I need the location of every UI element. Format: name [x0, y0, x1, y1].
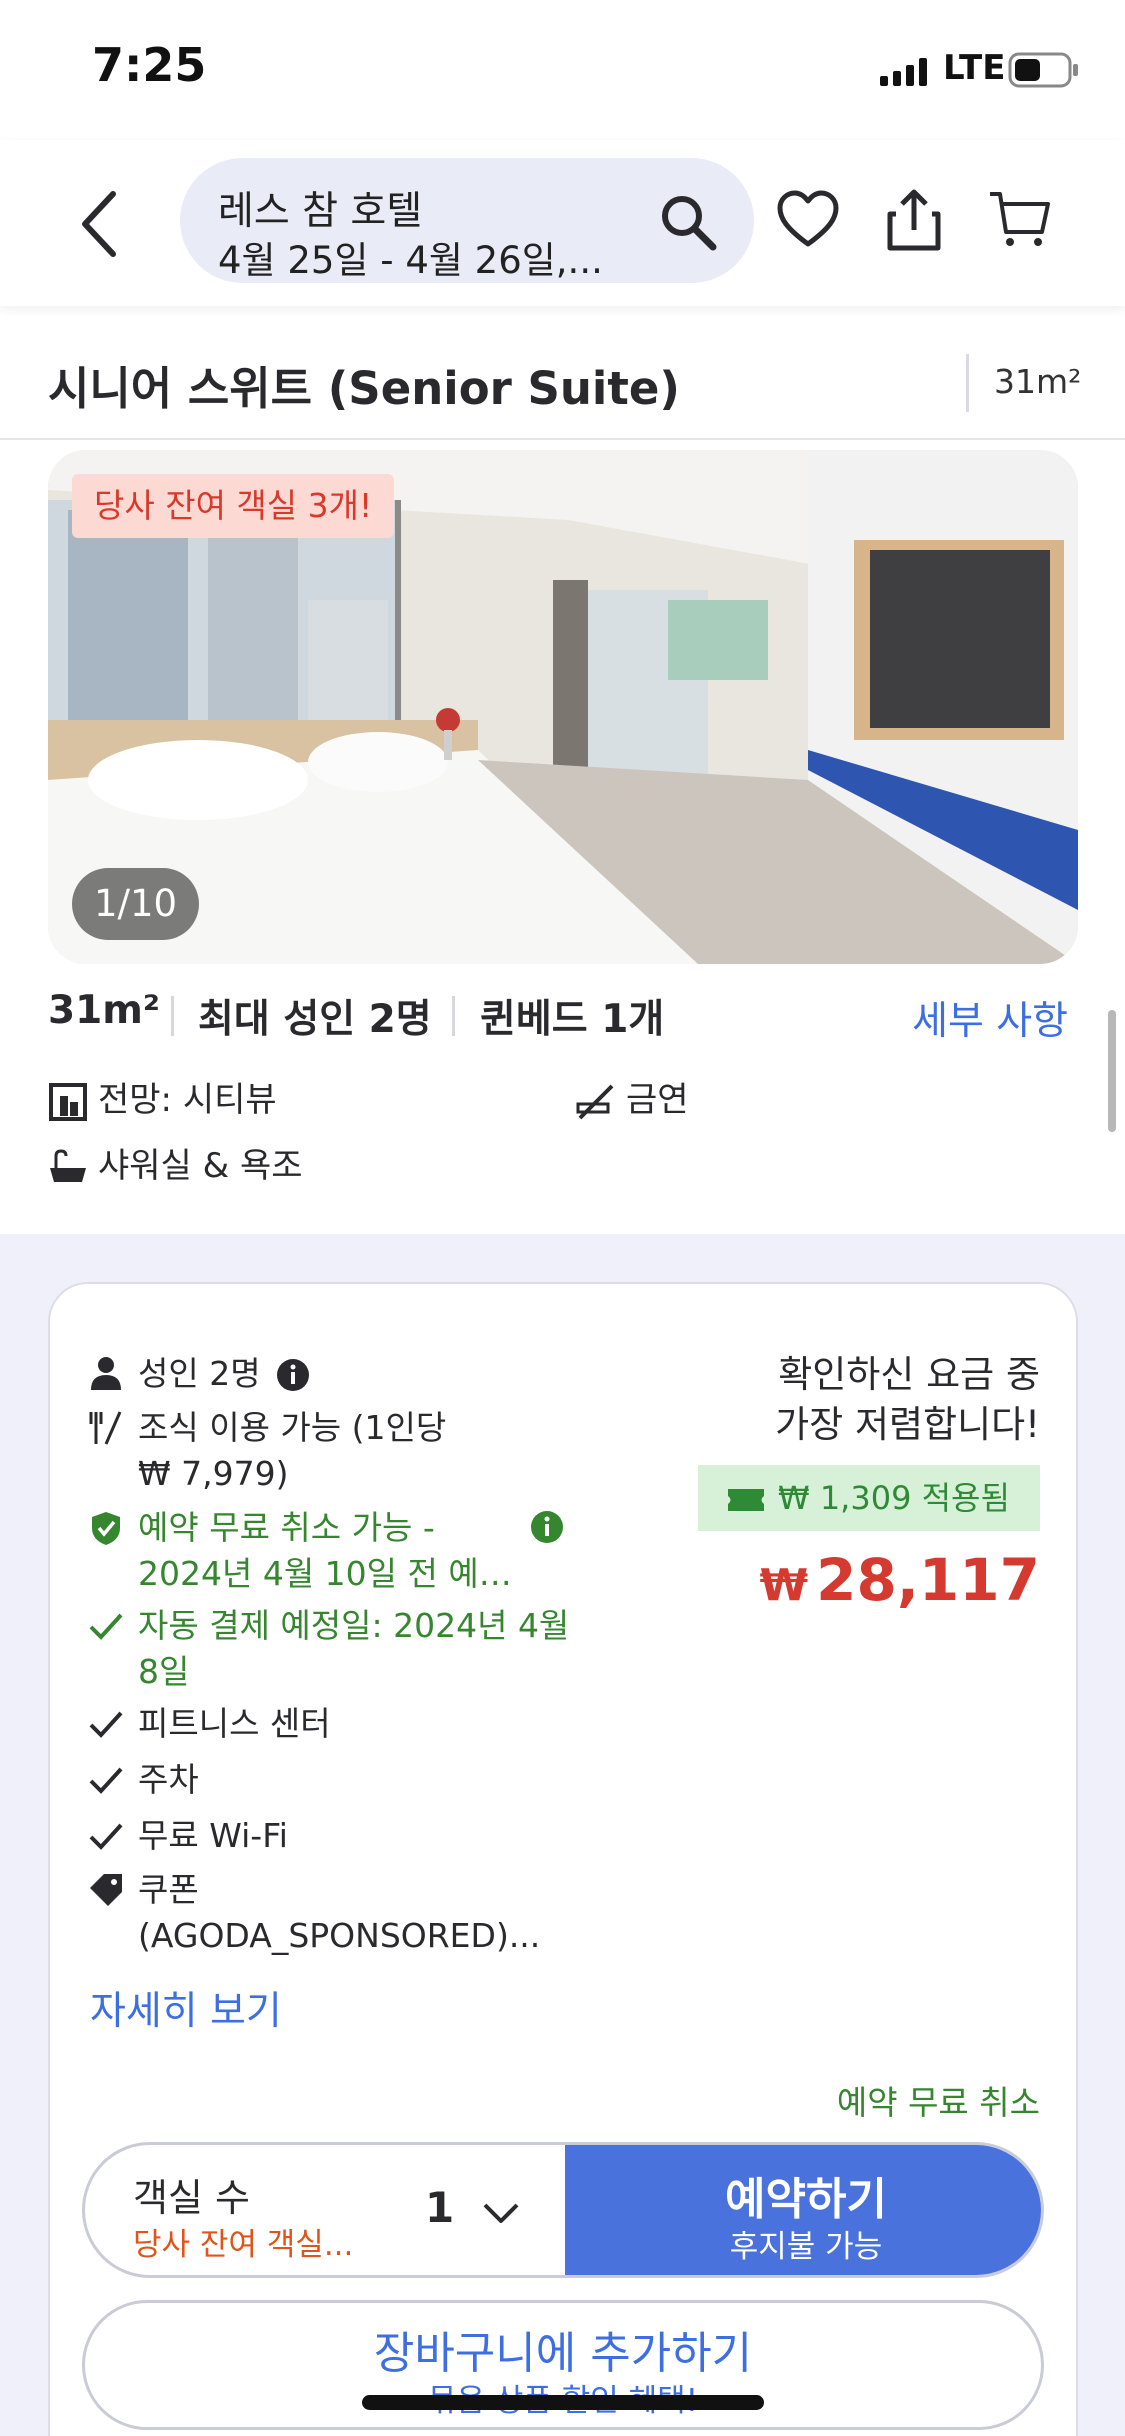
ticket-icon: [728, 1489, 764, 1511]
breakfast-line2: ₩ 7,979): [138, 1454, 289, 1493]
chevron-down-icon[interactable]: [481, 2197, 521, 2227]
wifi-text: 무료 Wi-Fi: [138, 1816, 288, 1855]
room-specs: 31m² 최대 성인 2명 퀸베드 1개 세부 사항: [48, 988, 1078, 1048]
free-cancel-label: 예약 무료 취소: [836, 2083, 1040, 2122]
top-header: 레스 참 호텔 4월 25일 - 4월 26일,...: [0, 140, 1125, 306]
parking-text: 주차: [138, 1760, 199, 1799]
breakfast-line1: 조식 이용 가능 (1인당: [138, 1408, 447, 1447]
cheapest-line2: 가장 저렴합니다!: [775, 1403, 1040, 1446]
spec-area: 31m²: [48, 988, 160, 1033]
spec-bed: 퀸베드 1개: [480, 997, 665, 1042]
back-chevron-icon[interactable]: [75, 188, 125, 260]
network-label: LTE: [943, 48, 1006, 88]
price-value: 28,117: [816, 1546, 1040, 1614]
cancel-line1: 예약 무료 취소 가능 -: [138, 1508, 435, 1547]
booking-bar: 객실 수 당사 잔여 객실... 1 예약하기 후지불 가능: [82, 2142, 1044, 2278]
heart-icon[interactable]: [776, 188, 840, 252]
cancel-line2: 2024년 4월 10일 전 예…: [138, 1554, 512, 1593]
spec-divider: [171, 996, 174, 1036]
share-icon[interactable]: [882, 188, 946, 252]
rooms-label: 객실 수: [133, 2176, 250, 2220]
check-icon: [89, 1613, 123, 1640]
cart-icon[interactable]: [988, 188, 1052, 252]
book-button[interactable]: 예약하기 후지불 가능: [565, 2145, 1041, 2275]
search-summary-pill[interactable]: 레스 참 호텔 4월 25일 - 4월 26일,...: [180, 158, 754, 283]
book-label: 예약하기: [725, 2174, 887, 2225]
saving-text: ₩ 1,309 적용됨: [778, 1479, 1010, 1517]
shield-check-icon: [92, 1512, 120, 1545]
battery-icon: [1008, 52, 1078, 88]
feature-view-label: 전망: 시티뷰: [98, 1080, 277, 1120]
city-view-icon: [49, 1082, 87, 1121]
person-icon: [91, 1357, 121, 1390]
spec-divider: [452, 996, 455, 1036]
check-icon: [89, 1767, 123, 1794]
no-smoking-icon: [576, 1084, 614, 1119]
cutlery-icon: [89, 1411, 122, 1445]
details-link[interactable]: 세부 사항: [912, 990, 1068, 1046]
rooms-sub: 당사 잔여 객실...: [133, 2227, 354, 2263]
hotel-name: 레스 참 호텔: [218, 189, 423, 234]
photo-counter: 1/10: [72, 868, 200, 940]
check-icon: [89, 1823, 123, 1850]
price-currency: ₩: [759, 1560, 809, 1611]
cart-label: 장바구니에 추가하기: [373, 2328, 753, 2379]
coupon-line2: (AGODA_SPONSORED)...: [138, 1916, 541, 1955]
add-to-cart-button[interactable]: 장바구니에 추가하기 묶음 상품 할인 혜택!: [82, 2300, 1044, 2430]
cheapest-line1: 확인하신 요금 중: [778, 1353, 1040, 1396]
room-photo[interactable]: 당사 잔여 객실 3개! 1/10: [48, 450, 1078, 964]
book-sub: 후지불 가능: [729, 2229, 883, 2265]
coupon-line1: 쿠폰: [138, 1870, 199, 1909]
fitness-text: 피트니스 센터: [138, 1704, 331, 1743]
home-indicator[interactable]: [362, 2395, 764, 2410]
feature-bath: 샤워실 & 욕조: [48, 1138, 303, 1188]
saving-badge: ₩ 1,309 적용됨: [698, 1465, 1040, 1531]
scroll-indicator[interactable]: [1108, 1010, 1116, 1132]
signal-icon: [880, 58, 927, 86]
room-size: 31m²: [994, 362, 1082, 401]
search-icon[interactable]: [658, 192, 718, 252]
spec-max-guests: 최대 성인 2명: [198, 997, 432, 1042]
tag-icon: [90, 1874, 122, 1906]
status-bar: 7:25 LTE: [0, 0, 1125, 140]
check-icon: [89, 1711, 123, 1738]
feature-smoking: 금연: [576, 1072, 689, 1122]
stay-dates: 4월 25일 - 4월 26일,...: [218, 239, 603, 282]
autopay-line2: 8일: [138, 1652, 190, 1691]
price: ₩28,117: [760, 1546, 1040, 1614]
feature-bath-label: 샤워실 & 욕조: [98, 1146, 303, 1186]
cancel-info-icon[interactable]: [530, 1510, 564, 1544]
see-more-link[interactable]: 자세히 보기: [90, 1980, 282, 2036]
title-divider: [966, 354, 969, 412]
cheapest-note: 확인하신 요금 중 가장 저렴합니다!: [775, 1350, 1040, 1450]
availability-badge: 당사 잔여 객실 3개!: [72, 474, 395, 538]
room-name: 시니어 스위트 (Senior Suite): [48, 362, 680, 415]
guests-text: 성인 2명: [138, 1354, 261, 1393]
status-time: 7:25: [92, 38, 207, 92]
rooms-quantity[interactable]: 1: [425, 2183, 454, 2232]
info-icon[interactable]: [276, 1358, 310, 1392]
feature-smoking-label: 금연: [626, 1080, 689, 1120]
autopay-line1: 자동 결제 예정일: 2024년 4월: [138, 1606, 570, 1645]
bathtub-icon: [50, 1148, 86, 1182]
feature-view: 전망: 시티뷰: [48, 1072, 277, 1122]
room-title-bar: 시니어 스위트 (Senior Suite) 31m²: [0, 340, 1125, 440]
